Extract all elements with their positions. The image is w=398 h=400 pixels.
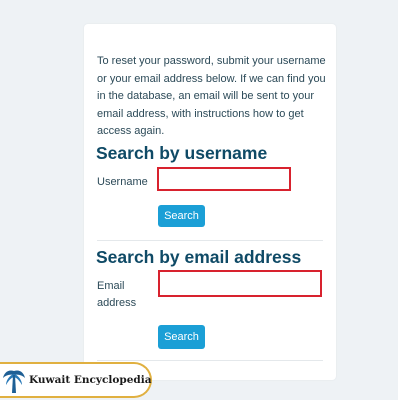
instructions-text: To reset your password, submit your user… bbox=[97, 55, 326, 137]
watermark-badge: Kuwait Encyclopedia bbox=[0, 362, 152, 398]
username-section-heading: Search by username bbox=[96, 143, 268, 163]
username-label: Username bbox=[97, 176, 148, 188]
username-input[interactable] bbox=[157, 167, 291, 191]
section-divider bbox=[97, 240, 323, 241]
password-reset-card: To reset your password, submit your user… bbox=[84, 24, 336, 380]
search-email-button[interactable]: Search bbox=[158, 325, 205, 349]
email-label: Email address bbox=[97, 280, 137, 309]
watermark-text: Kuwait Encyclopedia bbox=[29, 374, 152, 386]
search-username-button[interactable]: Search bbox=[158, 205, 205, 227]
email-section-heading: Search by email address bbox=[96, 247, 302, 267]
email-input[interactable] bbox=[158, 270, 322, 297]
palm-logo-icon bbox=[3, 370, 25, 393]
section-divider bbox=[97, 360, 323, 361]
